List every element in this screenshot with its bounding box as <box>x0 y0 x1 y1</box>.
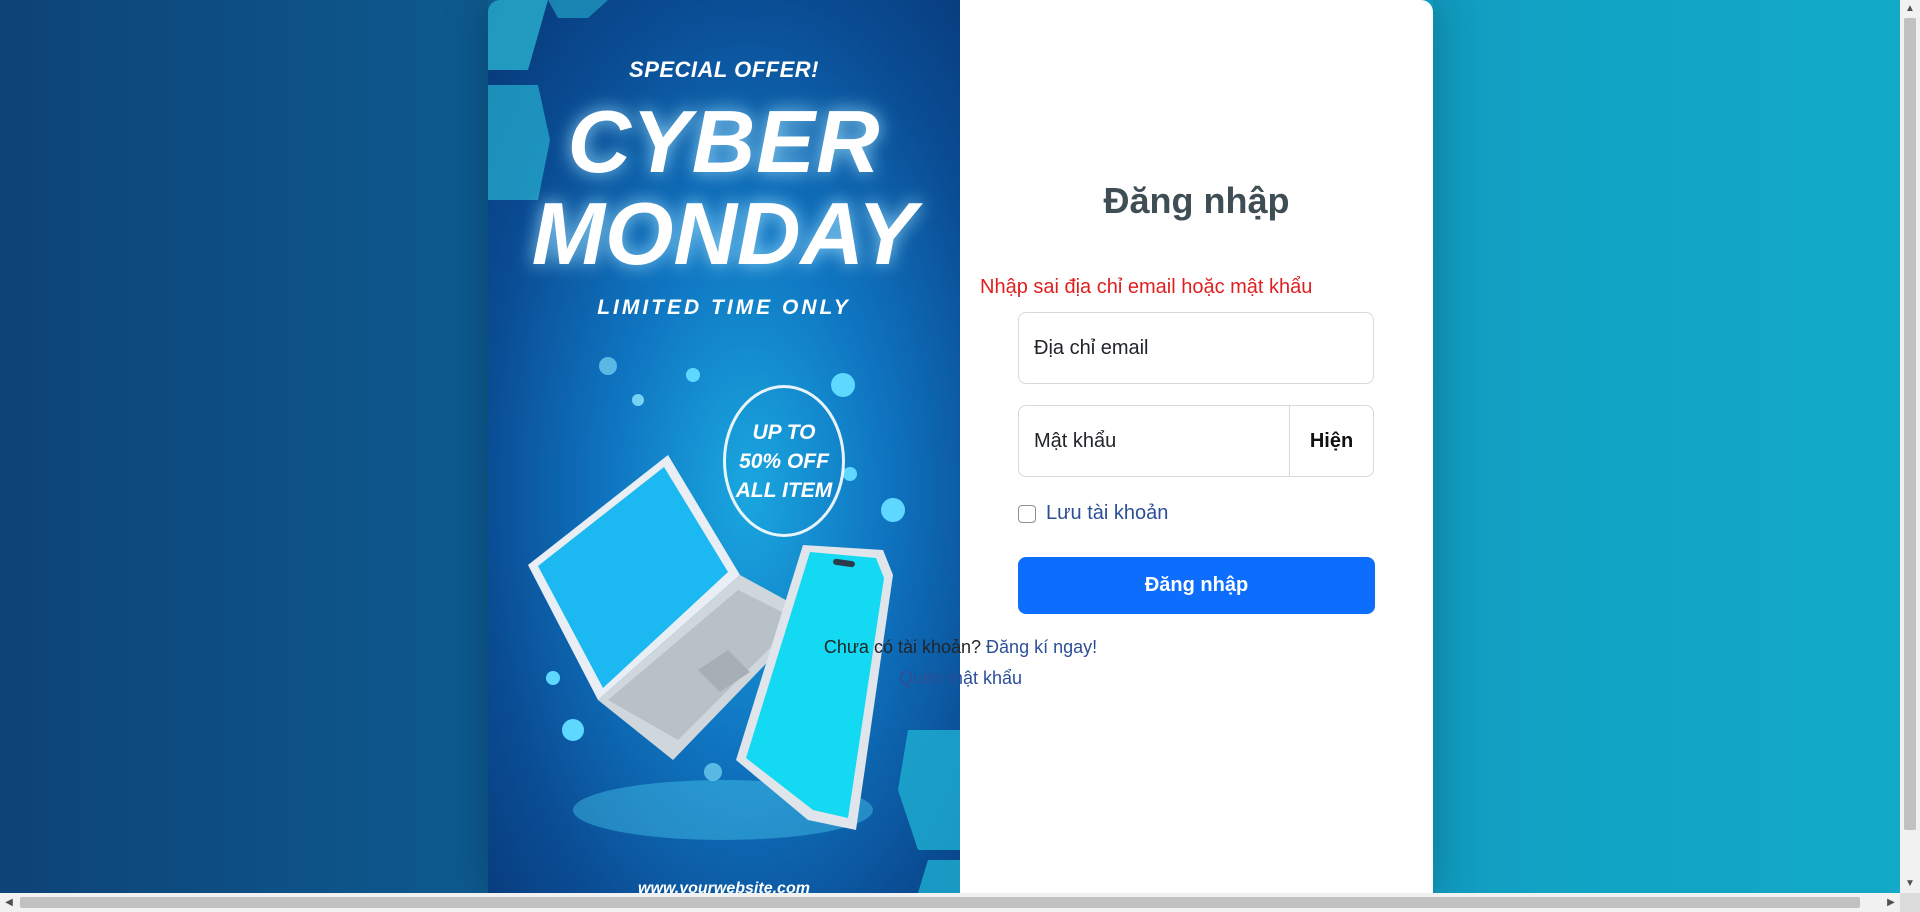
error-message: Nhập sai địa chỉ email hoặc mật khẩu <box>980 276 1313 298</box>
no-account-text: Chưa có tài khoản? <box>823 637 982 657</box>
vertical-scrollbar[interactable]: ▲ ▼ <box>1900 0 1920 893</box>
page-title: Đăng nhập <box>1103 180 1290 221</box>
scroll-up-icon[interactable]: ▲ <box>1900 0 1920 18</box>
signup-link[interactable]: Đăng kí ngay! <box>986 637 1097 657</box>
remember-account[interactable]: Lưu tài khoản <box>1018 502 1168 525</box>
password-field[interactable]: Mật khẩu Hiện <box>1018 405 1374 477</box>
monday-text: MONDAY <box>531 184 917 283</box>
promo-banner: SPECIAL OFFER! CYBER MONDAY LIMITED TIME… <box>488 0 960 893</box>
show-password-button[interactable]: Hiện <box>1289 406 1373 476</box>
badge-line-2: 50% OFF <box>739 449 829 473</box>
special-offer-text: SPECIAL OFFER! <box>629 57 819 82</box>
badge-line-3: ALL ITEM <box>735 478 833 502</box>
password-placeholder: Mật khẩu <box>1034 430 1117 452</box>
remember-checkbox[interactable] <box>1018 504 1036 523</box>
scroll-left-icon[interactable]: ◀ <box>0 893 18 912</box>
limited-time-text: LIMITED TIME ONLY <box>597 296 851 319</box>
cyber-text: CYBER <box>567 92 881 191</box>
badge-line-1: UP TO <box>752 420 816 444</box>
horizontal-scroll-thumb[interactable] <box>20 897 1860 908</box>
forgot-password-link[interactable]: Quên mật khẩu <box>488 668 1433 689</box>
vertical-scroll-thumb[interactable] <box>1904 18 1916 830</box>
horizontal-scrollbar[interactable]: ◀ ▶ <box>0 893 1900 912</box>
page: SPECIAL OFFER! CYBER MONDAY LIMITED TIME… <box>0 0 1900 893</box>
website-text: www.yourwebsite.com <box>638 880 810 893</box>
scroll-down-icon[interactable]: ▼ <box>1900 875 1920 893</box>
discount-badge: UP TO 50% OFF ALL ITEM <box>723 385 845 537</box>
scrollbar-corner <box>1900 893 1920 912</box>
remember-label[interactable]: Lưu tài khoản <box>1046 502 1168 525</box>
scroll-right-icon[interactable]: ▶ <box>1882 893 1900 912</box>
signup-prompt: Chưa có tài khoản? Đăng kí ngay! <box>488 637 1433 658</box>
email-placeholder: Địa chỉ email <box>1034 337 1149 359</box>
email-field[interactable]: Địa chỉ email <box>1018 312 1374 384</box>
login-button[interactable]: Đăng nhập <box>1018 557 1375 614</box>
